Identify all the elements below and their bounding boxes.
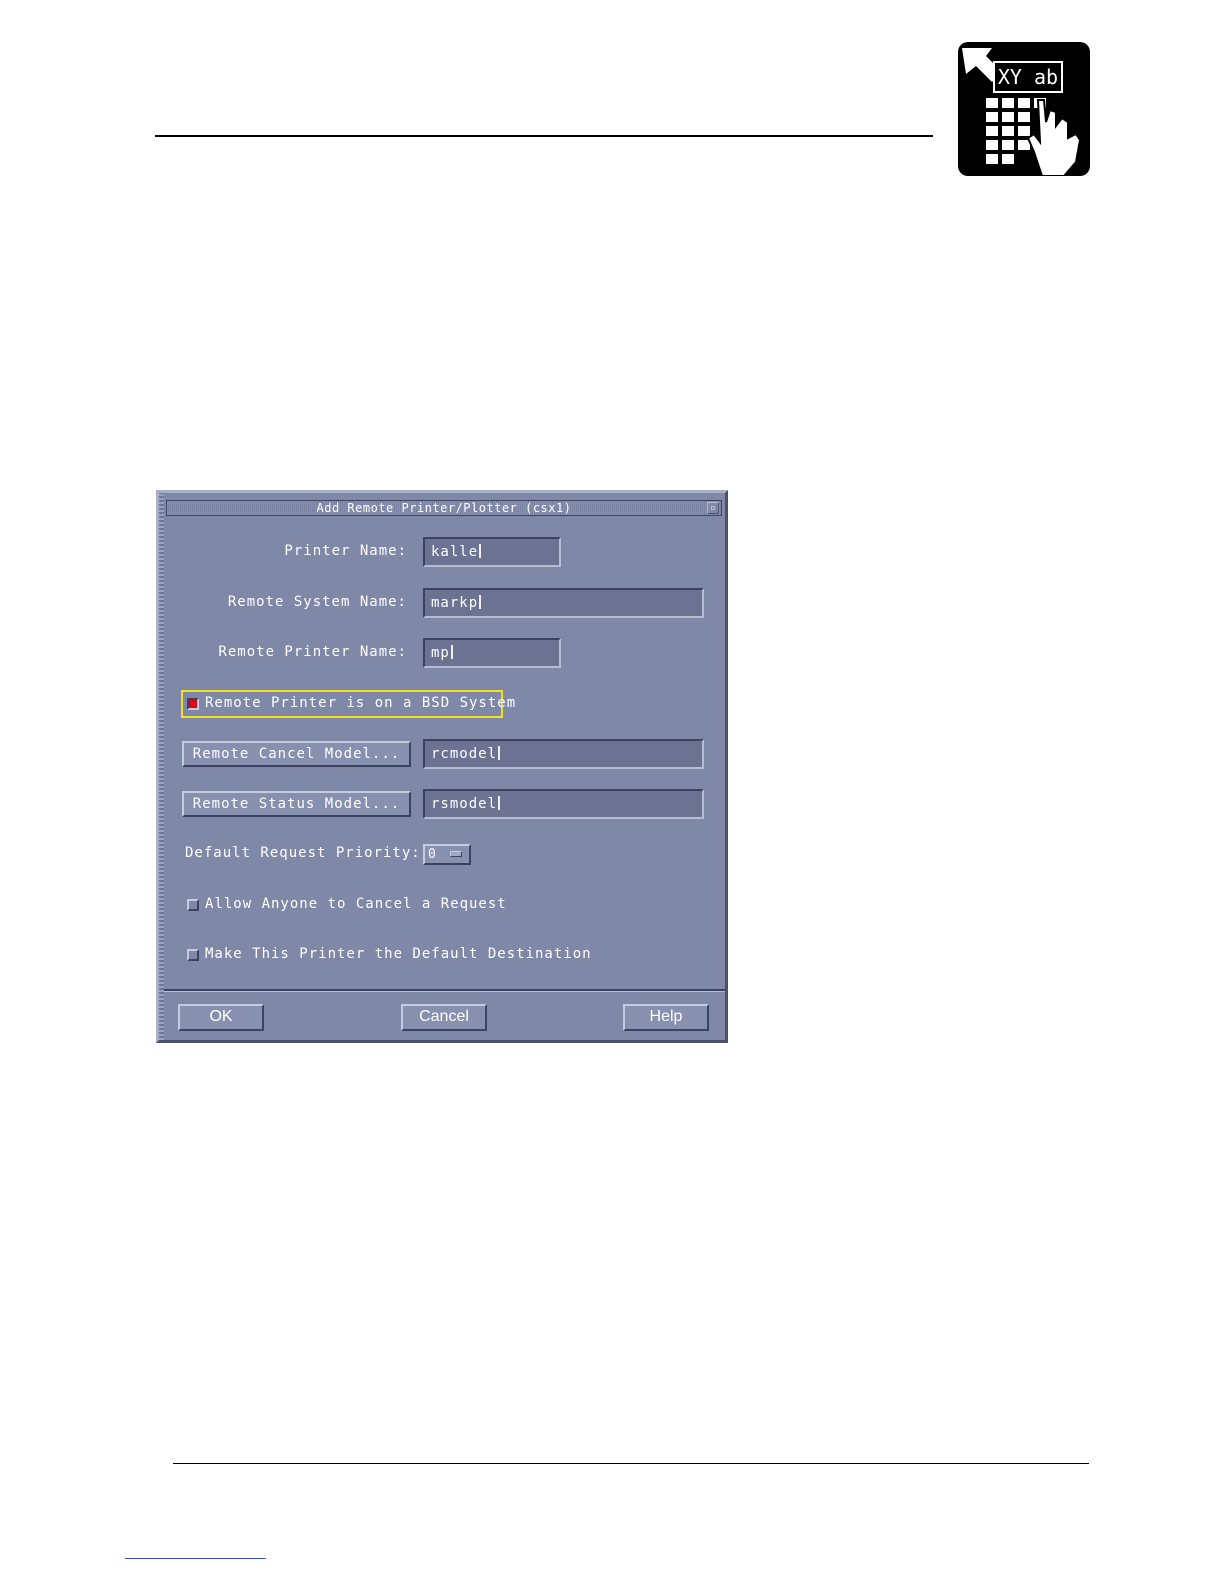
remote-printer-name-value: mp: [431, 645, 450, 661]
allow-cancel-label[interactable]: Allow Anyone to Cancel a Request: [205, 896, 507, 912]
text-cursor-icon: [498, 796, 501, 810]
dialog-title: Add Remote Printer/Plotter (csx1): [316, 501, 572, 515]
footer-link-underline[interactable]: [125, 1558, 266, 1559]
allow-cancel-checkbox[interactable]: [187, 899, 199, 911]
remote-status-model-value: rsmodel: [431, 796, 498, 812]
ok-button[interactable]: OK: [178, 1004, 264, 1031]
remote-system-name-label: Remote System Name:: [227, 594, 407, 610]
remote-status-model-button[interactable]: Remote Status Model...: [182, 791, 411, 817]
text-cursor-icon: [479, 595, 482, 609]
priority-value: 0: [428, 847, 437, 862]
remote-cancel-model-field[interactable]: rcmodel: [423, 739, 704, 769]
footer-rule: [173, 1463, 1089, 1464]
dialog-separator: [164, 989, 725, 992]
spreadsheet-hand-icon: XY ab: [958, 42, 1090, 176]
text-cursor-icon: [450, 645, 453, 659]
priority-option-menu[interactable]: 0: [423, 844, 471, 865]
header-rule: [155, 135, 933, 137]
text-cursor-icon: [498, 746, 501, 760]
remote-status-model-field[interactable]: rsmodel: [423, 789, 704, 819]
printer-name-field[interactable]: kalle: [423, 537, 561, 567]
logo-text: XY ab: [998, 65, 1058, 89]
bsd-system-label[interactable]: Remote Printer is on a BSD System: [205, 695, 516, 711]
default-destination-checkbox[interactable]: [187, 949, 199, 961]
option-menu-indicator-icon: [450, 851, 462, 857]
text-cursor-icon: [479, 544, 482, 558]
cancel-button[interactable]: Cancel: [401, 1004, 487, 1031]
add-remote-printer-dialog: Add Remote Printer/Plotter (csx1) ▫ Prin…: [156, 490, 728, 1043]
default-priority-label: Default Request Priority:: [185, 845, 421, 861]
remote-system-name-field[interactable]: markp: [423, 588, 704, 618]
help-button[interactable]: Help: [623, 1004, 709, 1031]
dialog-titlebar[interactable]: Add Remote Printer/Plotter (csx1) ▫: [166, 500, 722, 516]
window-menu-icon[interactable]: ▫: [707, 502, 719, 514]
remote-printer-name-label: Remote Printer Name:: [218, 644, 407, 660]
remote-cancel-model-button[interactable]: Remote Cancel Model...: [182, 741, 411, 767]
printer-name-value: kalle: [431, 544, 479, 560]
remote-printer-name-field[interactable]: mp: [423, 638, 561, 668]
remote-system-name-value: markp: [431, 595, 479, 611]
printer-name-label: Printer Name:: [284, 543, 407, 559]
remote-cancel-model-value: rcmodel: [431, 746, 498, 762]
default-destination-label[interactable]: Make This Printer the Default Destinatio…: [205, 946, 592, 962]
bsd-system-checkbox[interactable]: [187, 698, 199, 710]
